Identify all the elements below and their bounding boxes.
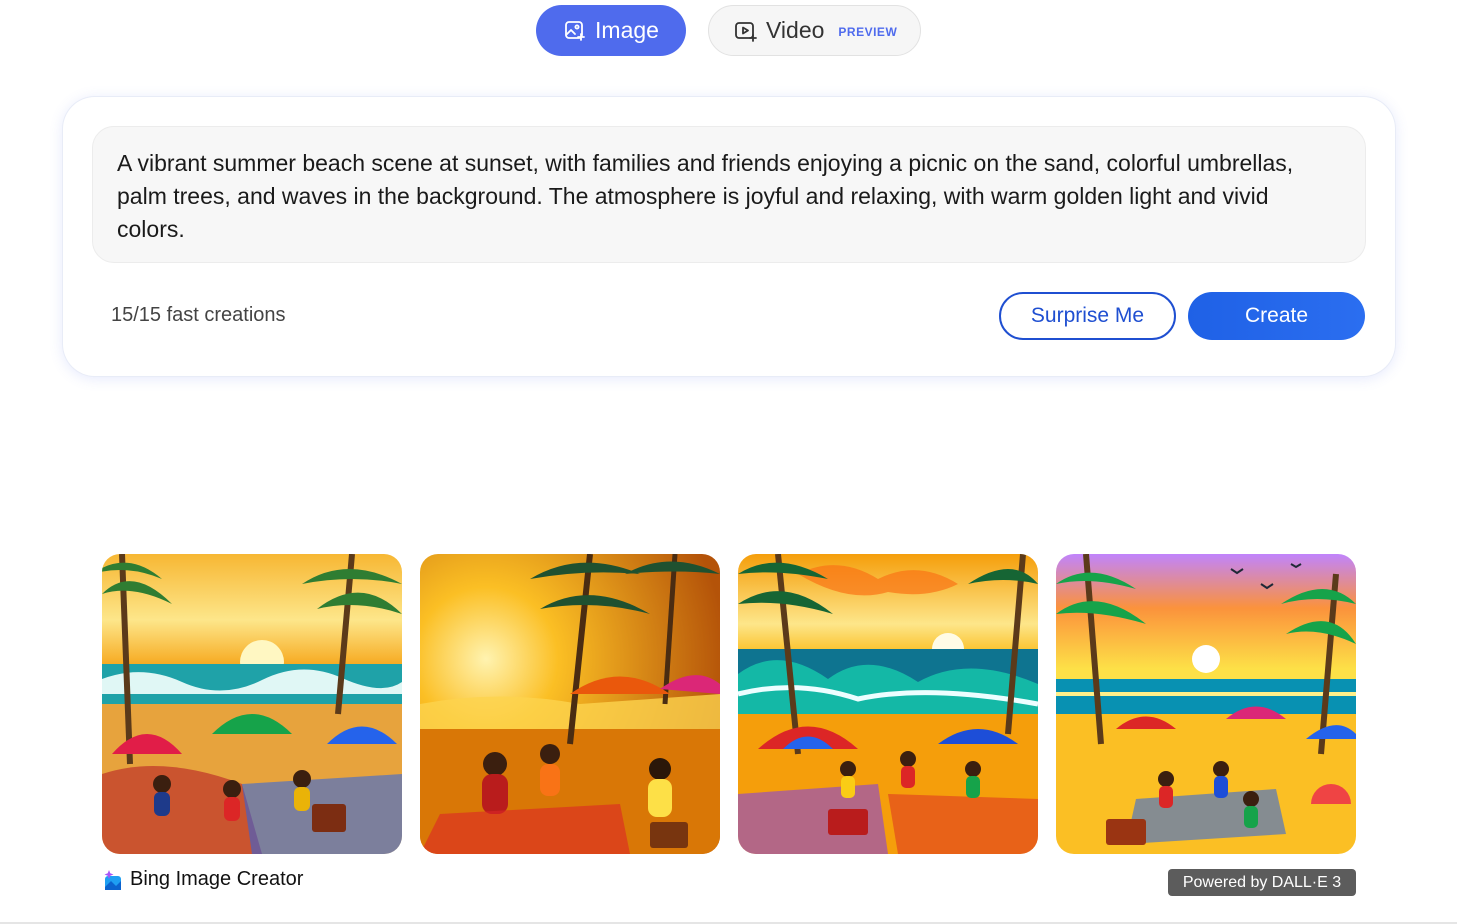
result-image-4-art xyxy=(1056,554,1356,854)
results-grid xyxy=(102,554,1356,854)
fast-creations-counter: 15/15 fast creations xyxy=(111,304,286,326)
result-image-1-art xyxy=(102,554,402,854)
video-sparkle-icon xyxy=(735,21,757,42)
powered-by-badge: Powered by DALL·E 3 xyxy=(1168,869,1356,896)
prompt-card: A vibrant summer beach scene at sunset, … xyxy=(63,97,1395,376)
tab-image[interactable]: Image xyxy=(536,5,686,56)
result-image-2[interactable] xyxy=(420,554,720,854)
result-image-3-art xyxy=(738,554,1038,854)
tab-image-label: Image xyxy=(595,17,659,43)
mode-tabs: Image Video PREVIEW xyxy=(536,5,921,56)
footer-brand-label: Bing Image Creator xyxy=(130,868,304,890)
tab-video-label: Video xyxy=(766,17,825,43)
create-button[interactable]: Create xyxy=(1188,292,1365,340)
image-sparkle-icon xyxy=(565,20,585,41)
result-image-1[interactable] xyxy=(102,554,402,854)
tab-video[interactable]: Video PREVIEW xyxy=(708,5,921,56)
result-image-3[interactable] xyxy=(738,554,1038,854)
surprise-me-button[interactable]: Surprise Me xyxy=(999,292,1176,340)
image-creator-page: Image Video PREVIEW A vibrant summer bea… xyxy=(0,0,1457,924)
prompt-input[interactable]: A vibrant summer beach scene at sunset, … xyxy=(92,126,1366,263)
result-image-4[interactable] xyxy=(1056,554,1356,854)
bing-image-creator-logo-icon xyxy=(104,869,121,890)
preview-badge: PREVIEW xyxy=(838,24,898,39)
footer-brand: Bing Image Creator xyxy=(102,868,303,891)
result-image-2-art xyxy=(420,554,720,854)
